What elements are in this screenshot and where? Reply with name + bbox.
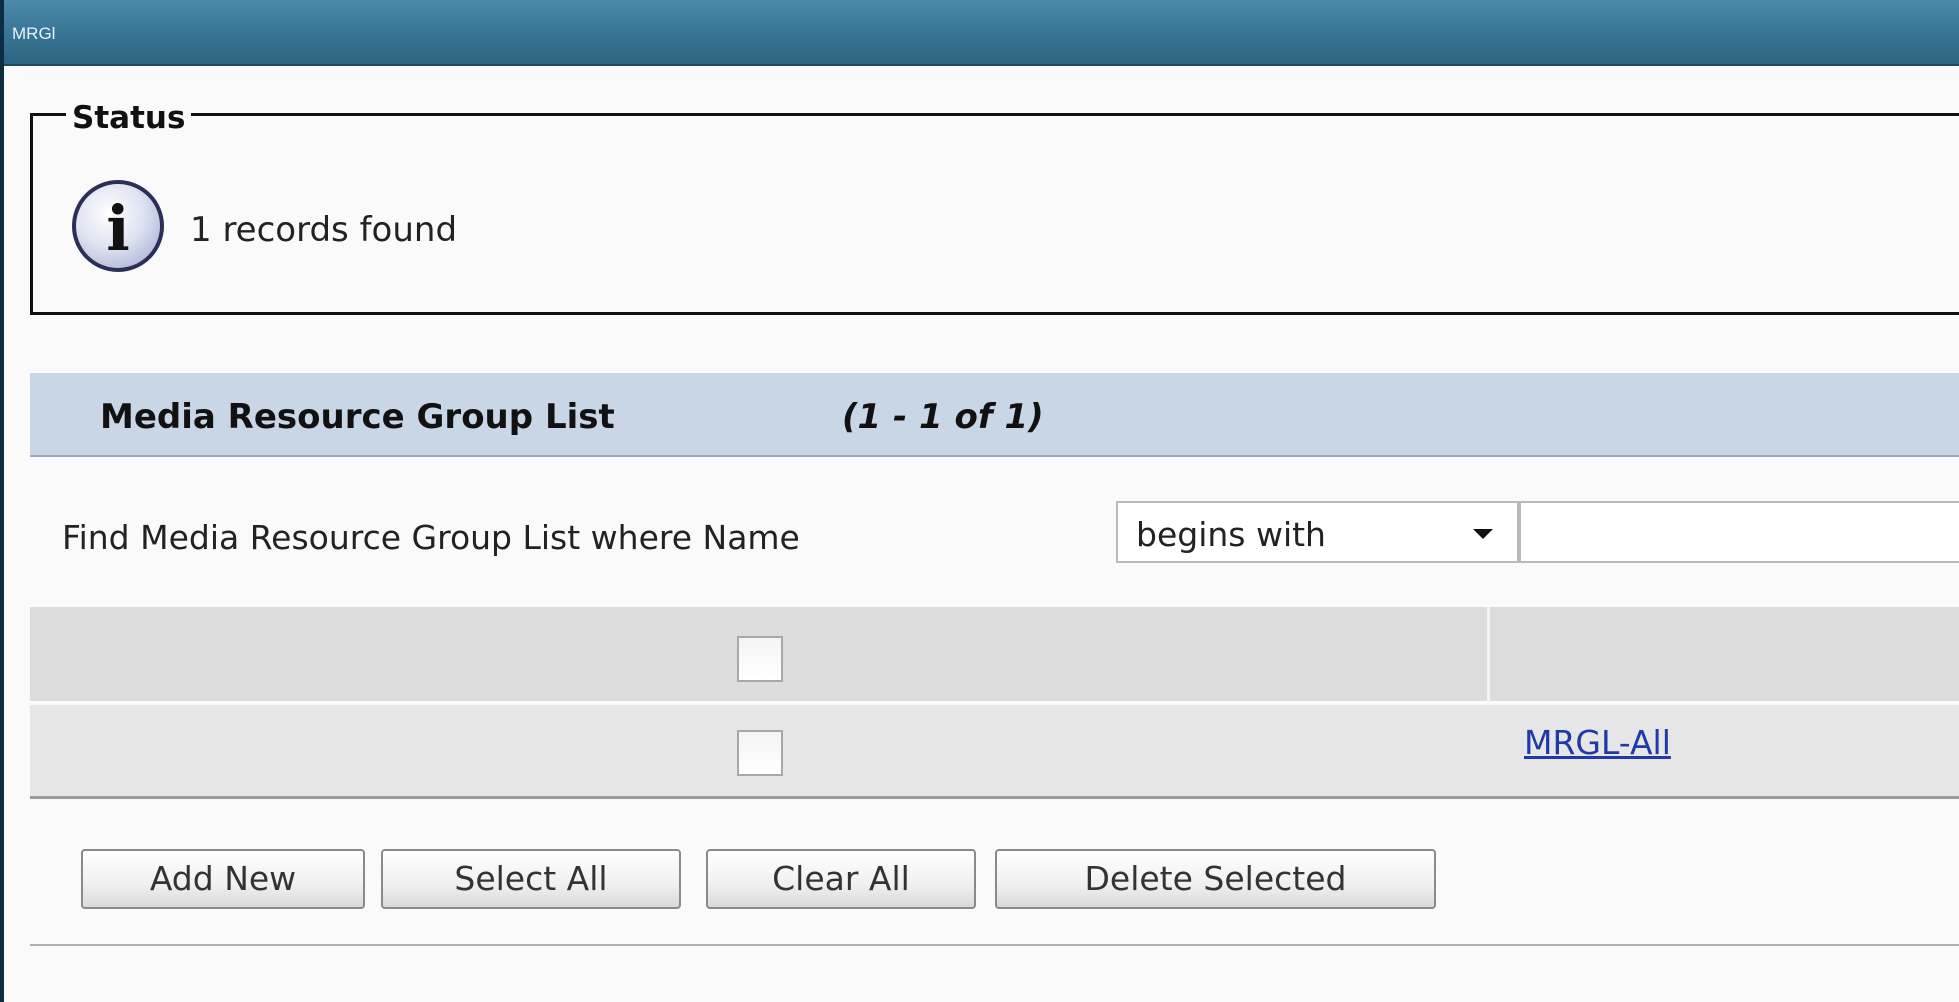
list-range: (1 - 1 of 1) [842, 397, 1044, 437]
select-all-button[interactable]: Select All [381, 849, 681, 909]
find-operator-value: begins with [1136, 515, 1326, 554]
add-new-button[interactable]: Add New [81, 849, 365, 909]
row-checkbox[interactable] [737, 730, 783, 776]
app-window: MRGl Status i 1 records found Media Reso… [0, 0, 1959, 1002]
section-divider [30, 944, 1959, 946]
column-divider [1487, 607, 1490, 703]
find-label: Find Media Resource Group List where Nam… [62, 518, 800, 557]
status-legend: Status [66, 100, 192, 136]
status-message: 1 records found [190, 210, 458, 250]
window-title: MRGl [12, 24, 56, 43]
delete-selected-button[interactable]: Delete Selected [995, 849, 1436, 909]
clear-all-button[interactable]: Clear All [706, 849, 976, 909]
table-header-row [30, 607, 1959, 703]
find-operator-select[interactable]: begins with [1116, 501, 1519, 563]
list-title: Media Resource Group List [100, 397, 615, 437]
info-icon-glyph: i [106, 192, 130, 265]
title-bar: MRGl [4, 0, 1959, 66]
row-name-link[interactable]: MRGL-All [1524, 723, 1671, 762]
info-icon: i [72, 180, 164, 272]
select-all-checkbox[interactable] [737, 636, 783, 682]
find-value-input[interactable] [1519, 501, 1959, 563]
dropdown-arrow-icon[interactable] [1473, 529, 1493, 539]
